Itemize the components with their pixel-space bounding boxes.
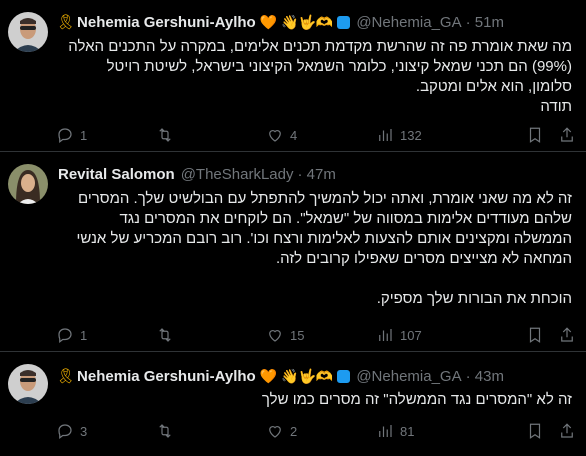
- timestamp[interactable]: · 47m: [298, 166, 336, 183]
- view-count: 107: [400, 327, 422, 343]
- like-count: 15: [290, 327, 305, 343]
- text-line: זה לא "המסרים נגד הממשלה" זה מסרים כמו ש…: [261, 391, 572, 408]
- reply-icon: [58, 328, 72, 343]
- avatar[interactable]: [8, 364, 48, 404]
- tweet-2[interactable]: Revital Salomon @TheSharkLady · 47m זה ל…: [0, 152, 586, 352]
- reply-count: 1: [80, 327, 88, 343]
- tweet-1[interactable]: 🎗 Nehemia Gershuni-Aylho 🧡 👋🤟🫶 @Nehemia_…: [0, 0, 586, 152]
- text-line: שלהם מעודדים אלימות במסווה של "שמאל". הם…: [119, 210, 572, 227]
- tweet-actions: 1 15 107: [56, 325, 456, 345]
- reply-icon: [58, 128, 72, 143]
- retweet-button[interactable]: [156, 326, 266, 344]
- like-button[interactable]: 15: [266, 326, 376, 344]
- reply-button[interactable]: 1: [56, 326, 156, 344]
- reply-count: 3: [80, 423, 88, 439]
- timestamp[interactable]: · 51m: [466, 14, 504, 31]
- author-handle[interactable]: @Nehemia_GA: [356, 14, 461, 31]
- retweet-icon: [159, 424, 171, 438]
- text-line: המחאה לא מצייצים מסרים שאפילו קרובים לזה…: [275, 250, 572, 267]
- text-line: זה לא מה שאני אומרת, ואתה יכול להמשיך לה…: [77, 190, 572, 207]
- timestamp[interactable]: · 43m: [466, 368, 504, 385]
- tweet-3[interactable]: 🎗 Nehemia Gershuni-Aylho 🧡 👋🤟🫶 @Nehemia_…: [0, 352, 586, 456]
- tweet-extra-actions: [526, 125, 576, 145]
- bookmark-icon[interactable]: [526, 326, 544, 344]
- reply-count: 1: [80, 127, 88, 143]
- heart-icon: [269, 130, 281, 142]
- name-emojis: 🧡 👋🤟🫶: [259, 13, 334, 30]
- tweet-text: זה לא "המסרים נגד הממשלה" זה מסרים כמו ש…: [56, 390, 572, 410]
- retweet-icon: [159, 128, 171, 142]
- retweet-button[interactable]: [156, 126, 266, 144]
- tweet-text: מה שאת אומרת פה זה שהרשת מקדמת תכנים אלי…: [56, 37, 572, 117]
- text-line: הוכחת את הבורות שלך מספיק.: [376, 290, 572, 307]
- bookmark-icon[interactable]: [526, 422, 544, 440]
- tweet-actions: 1 4 132: [56, 125, 456, 145]
- blue-square-icon: [337, 369, 351, 383]
- blue-square-icon: [337, 15, 351, 29]
- views-button[interactable]: 81: [376, 422, 414, 440]
- views-button[interactable]: 107: [376, 326, 422, 344]
- avatar[interactable]: [8, 12, 48, 52]
- tweet-header: Revital Salomon @TheSharkLady · 47m: [56, 164, 578, 184]
- tweet-extra-actions: [526, 421, 576, 441]
- tweet-text: זה לא מה שאני אומרת, ואתה יכול להמשיך לה…: [56, 189, 572, 309]
- view-count: 81: [400, 423, 415, 439]
- author-name[interactable]: Nehemia Gershuni-Aylho: [77, 368, 256, 385]
- like-button[interactable]: 4: [266, 126, 376, 144]
- heart-icon: [269, 426, 281, 438]
- heart-icon: [269, 330, 281, 342]
- tweet-header: 🎗 Nehemia Gershuni-Aylho 🧡 👋🤟🫶 @Nehemia_…: [56, 12, 578, 32]
- tweet-actions: 3 2 81: [56, 421, 456, 441]
- share-icon[interactable]: [558, 326, 576, 344]
- author-handle[interactable]: @Nehemia_GA: [356, 368, 461, 385]
- like-count: 2: [290, 423, 298, 439]
- views-icon: [379, 425, 392, 437]
- views-icon: [379, 329, 392, 341]
- yellow-ribbon-icon: 🎗: [56, 368, 76, 385]
- text-line: מה שאת אומרת פה זה שהרשת מקדמת תכנים אלי…: [68, 38, 572, 55]
- views-button[interactable]: 132: [376, 126, 422, 144]
- text-line: תודה: [540, 98, 572, 115]
- reply-icon: [58, 424, 72, 439]
- views-icon: [379, 129, 392, 141]
- tweet-header: 🎗 Nehemia Gershuni-Aylho 🧡 👋🤟🫶 @Nehemia_…: [56, 366, 578, 386]
- name-emojis: 🧡 👋🤟🫶: [259, 367, 334, 384]
- author-name[interactable]: Nehemia Gershuni-Aylho: [77, 14, 256, 31]
- reply-button[interactable]: 1: [56, 126, 156, 144]
- share-icon[interactable]: [558, 422, 576, 440]
- text-line: [56, 269, 572, 289]
- text-line: הממשלה ומקצינים אותם להצעות לאלימות ורצח…: [76, 230, 572, 247]
- share-icon[interactable]: [558, 126, 576, 144]
- reply-button[interactable]: 3: [56, 422, 156, 440]
- author-name[interactable]: Revital Salomon: [58, 166, 175, 183]
- tweet-extra-actions: [526, 325, 576, 345]
- bookmark-icon[interactable]: [526, 126, 544, 144]
- retweet-icon: [159, 328, 171, 342]
- like-count: 4: [290, 127, 298, 143]
- text-line: סלומון, הוא אלים ומטקב.: [415, 78, 572, 95]
- view-count: 132: [400, 127, 422, 143]
- author-handle[interactable]: @TheSharkLady: [181, 166, 294, 183]
- text-line: (99%) הם תכני שמאל קיצוני, כלומר השמאל ה…: [106, 58, 572, 75]
- avatar[interactable]: [8, 164, 48, 204]
- like-button[interactable]: 2: [266, 422, 376, 440]
- yellow-ribbon-icon: 🎗: [56, 14, 76, 31]
- retweet-button[interactable]: [156, 422, 266, 440]
